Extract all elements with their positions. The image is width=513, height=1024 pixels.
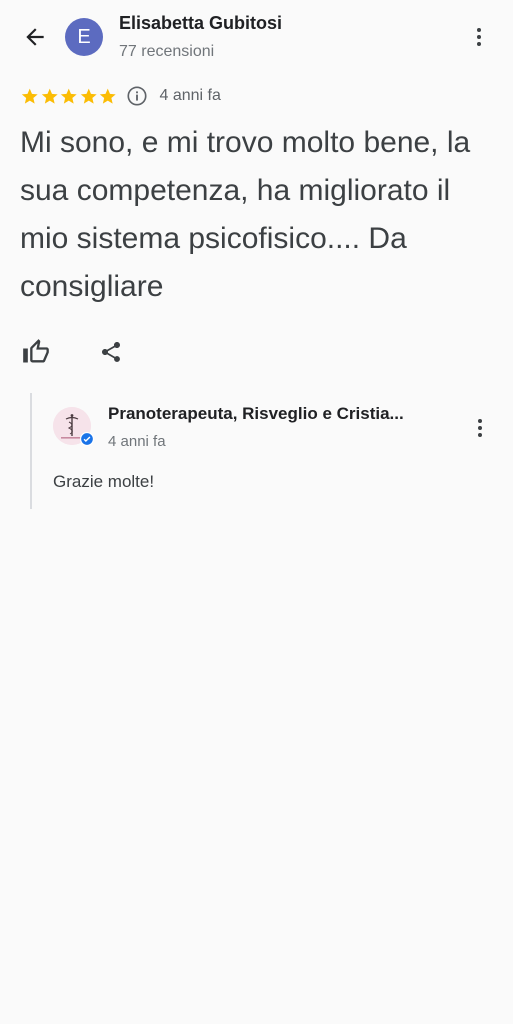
more-vertical-icon — [478, 419, 482, 423]
reviewer-review-count: 77 recensioni — [119, 43, 215, 60]
rating-row: 4 anni fa — [20, 84, 221, 108]
star-icon — [99, 88, 116, 104]
review-date: 4 anni fa — [159, 87, 221, 104]
verified-check-icon — [80, 432, 94, 446]
back-button[interactable] — [18, 22, 52, 52]
reviewer-avatar[interactable]: E — [65, 18, 103, 56]
star-icon — [21, 88, 38, 104]
response-date: 4 anni fa — [108, 433, 166, 450]
response-more-options-button[interactable] — [468, 413, 492, 443]
more-vertical-icon — [477, 28, 481, 32]
owner-avatar[interactable] — [53, 407, 94, 446]
star-rating — [20, 87, 118, 106]
owner-response: Pranoterapeuta, Risveglio e Cristia... 4… — [30, 393, 500, 509]
review-detail-page: E Elisabetta Gubitosi 77 recensioni 4 an… — [0, 0, 513, 1024]
response-text: Grazie molte! — [53, 472, 155, 491]
star-icon — [41, 88, 58, 104]
more-options-button[interactable] — [467, 22, 491, 52]
star-icon — [60, 88, 77, 104]
star-icon — [80, 88, 97, 104]
owner-name[interactable]: Pranoterapeuta, Risveglio e Cristia... — [108, 404, 458, 424]
info-icon[interactable] — [126, 85, 148, 107]
header: E Elisabetta Gubitosi 77 recensioni — [0, 0, 513, 80]
review-text: Mi sono, e mi trovo molto bene, la sua c… — [20, 126, 471, 303]
reviewer-name[interactable]: Elisabetta Gubitosi — [119, 13, 282, 34]
thumbs-up-icon[interactable] — [22, 338, 50, 366]
arrow-left-icon — [26, 28, 44, 46]
share-icon[interactable] — [99, 340, 123, 364]
avatar-letter: E — [77, 25, 91, 48]
